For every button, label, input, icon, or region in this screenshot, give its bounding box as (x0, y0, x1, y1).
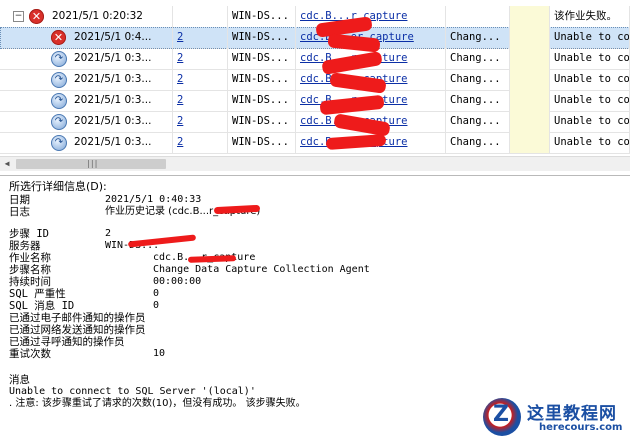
row-server: WIN-DS... (228, 27, 296, 48)
row-message: Unable to co (550, 90, 630, 111)
row-highlight-cell (510, 132, 550, 153)
row-date-cell: ↷ 2021/5/1 0:3... (0, 111, 173, 132)
retries-value: 10 (153, 348, 166, 359)
sql-severity-value: 0 (153, 288, 160, 299)
pager-operator-label: 已通过寻呼通知的操作员 (9, 336, 125, 348)
row-server: WIN-DS... (228, 132, 296, 153)
step-id-value: 2 (105, 228, 112, 239)
watermark-title: 这里教程网 (527, 404, 617, 424)
row-server: WIN-DS... (228, 48, 296, 69)
duration-value: 00:00:00 (153, 276, 202, 287)
row-date: 2021/5/1 0:3... (74, 73, 152, 85)
job-name-label: 作业名称 (9, 252, 51, 264)
sql-message-id-label: SQL 消息 ID (9, 300, 75, 312)
row-date-cell: ↷ 2021/5/1 0:3... (0, 90, 173, 111)
row-highlight-cell (510, 48, 550, 69)
date-value: 2021/5/1 0:40:33 (105, 194, 202, 205)
row-message: Unable to co (550, 111, 630, 132)
message-label: 消息 (9, 374, 30, 386)
error-icon: ✕ (29, 9, 44, 24)
row-step-name: Chang... (446, 27, 510, 48)
error-icon: ✕ (51, 30, 66, 45)
row-step-name: Chang... (446, 111, 510, 132)
logo-letter: Z (493, 402, 509, 427)
horizontal-scrollbar[interactable]: ◀ ||| (0, 156, 630, 171)
row-date: 2021/5/1 0:20:32 (52, 10, 143, 22)
job-history-row[interactable]: − ✕ 2021/5/1 0:20:32 WIN-DS... cdc.B...r… (0, 6, 630, 28)
row-date-cell: ↷ 2021/5/1 0:3... (0, 69, 173, 90)
row-message: Unable to co (550, 48, 630, 69)
row-date-cell: ↷ 2021/5/1 0:3... (0, 132, 173, 153)
row-server: WIN-DS... (228, 90, 296, 111)
row-message: Unable to co (550, 132, 630, 153)
site-watermark: Z 这里教程网 herecours.com (479, 396, 630, 440)
duration-label: 持续时间 (9, 276, 51, 288)
row-date: 2021/5/1 0:3... (74, 52, 152, 64)
job-history-row-selected[interactable]: ✕ 2021/5/1 0:4... 2 WIN-DS... cdc.B...er… (0, 27, 630, 49)
row-step-name: Chang... (446, 132, 510, 153)
sql-severity-label: SQL 严重性 (9, 288, 66, 300)
row-date: 2021/5/1 0:3... (74, 136, 152, 148)
job-history-row[interactable]: ↷ 2021/5/1 0:3... 2 WIN-DS... cdc.B...r_… (0, 90, 630, 112)
step-history-icon: ↷ (51, 51, 67, 67)
row-highlight-cell (510, 27, 550, 48)
message-line-2: . 注意: 该步骤重试了请求的次数(10)，但没有成功。 该步骤失败。 (9, 398, 306, 409)
row-step-name: Chang... (446, 69, 510, 90)
row-step-id-link[interactable]: 2 (173, 27, 228, 48)
scrollbar-grip-icon: ||| (86, 159, 98, 168)
row-highlight-cell (510, 69, 550, 90)
row-step-id-link[interactable]: 2 (173, 48, 228, 69)
row-date-cell: ✕ 2021/5/1 0:4... (0, 27, 173, 48)
row-step-id-link[interactable]: 2 (173, 90, 228, 111)
row-message: 该作业失败。 (550, 6, 630, 27)
row-highlight-cell (510, 90, 550, 111)
row-date: 2021/5/1 0:3... (74, 94, 152, 106)
email-operator-label: 已通过电子邮件通知的操作员 (9, 312, 146, 324)
row-server: WIN-DS... (228, 6, 296, 27)
retries-label: 重试次数 (9, 348, 51, 360)
row-date-cell: − ✕ 2021/5/1 0:20:32 (0, 6, 173, 27)
row-step-id-link[interactable]: 2 (173, 111, 228, 132)
watermark-url: herecours.com (539, 422, 623, 433)
scrollbar-thumb[interactable]: ||| (16, 159, 166, 169)
row-date: 2021/5/1 0:3... (74, 115, 152, 127)
row-server: WIN-DS... (228, 111, 296, 132)
row-highlight-cell (510, 6, 550, 27)
row-step-name: Chang... (446, 90, 510, 111)
row-step-id-link[interactable]: 2 (173, 132, 228, 153)
row-date: 2021/5/1 0:4... (74, 31, 152, 43)
row-step-name: Chang... (446, 48, 510, 69)
row-step-name (446, 6, 510, 27)
job-history-row[interactable]: ↷ 2021/5/1 0:3... 2 WIN-DS... cdc.B...r_… (0, 69, 630, 91)
scroll-left-icon[interactable]: ◀ (0, 157, 14, 171)
net-send-operator-label: 已通过网络发送通知的操作员 (9, 324, 146, 336)
row-step-id-link[interactable]: 2 (173, 69, 228, 90)
log-label: 日志 (9, 206, 30, 218)
row-message: Unable to co (550, 69, 630, 90)
collapse-toggle-icon[interactable]: − (13, 11, 24, 22)
step-history-icon: ↷ (51, 135, 67, 151)
server-label: 服务器 (9, 240, 41, 252)
date-label: 日期 (9, 194, 30, 206)
step-id-label: 步骤 ID (9, 228, 49, 240)
job-history-row[interactable]: ↷ 2021/5/1 0:3... 2 WIN-DS... cdc.B...r_… (0, 111, 630, 133)
row-message: Unable to co (550, 27, 630, 48)
step-history-icon: ↷ (51, 72, 67, 88)
step-history-icon: ↷ (51, 114, 67, 130)
job-history-row[interactable]: ↷ 2021/5/1 0:3... 2 WIN-DS... cdc.B...r_… (0, 48, 630, 70)
redaction-mark (127, 234, 197, 248)
row-date-cell: ↷ 2021/5/1 0:3... (0, 48, 173, 69)
row-server: WIN-DS... (228, 69, 296, 90)
step-name-value: Change Data Capture Collection Agent (153, 264, 370, 275)
row-step-id (173, 6, 228, 27)
job-history-row[interactable]: ↷ 2021/5/1 0:3... 2 WIN-DS... cdc.B...r_… (0, 132, 630, 154)
message-line-1: Unable to connect to SQL Server '(local)… (9, 386, 256, 397)
step-history-icon: ↷ (51, 93, 67, 109)
job-history-grid[interactable]: − ✕ 2021/5/1 0:20:32 WIN-DS... cdc.B...r… (0, 0, 630, 176)
row-highlight-cell (510, 111, 550, 132)
step-name-label: 步骤名称 (9, 264, 51, 276)
sql-message-id-value: 0 (153, 300, 160, 311)
detail-heading: 所选行详细信息(D): (9, 180, 107, 193)
